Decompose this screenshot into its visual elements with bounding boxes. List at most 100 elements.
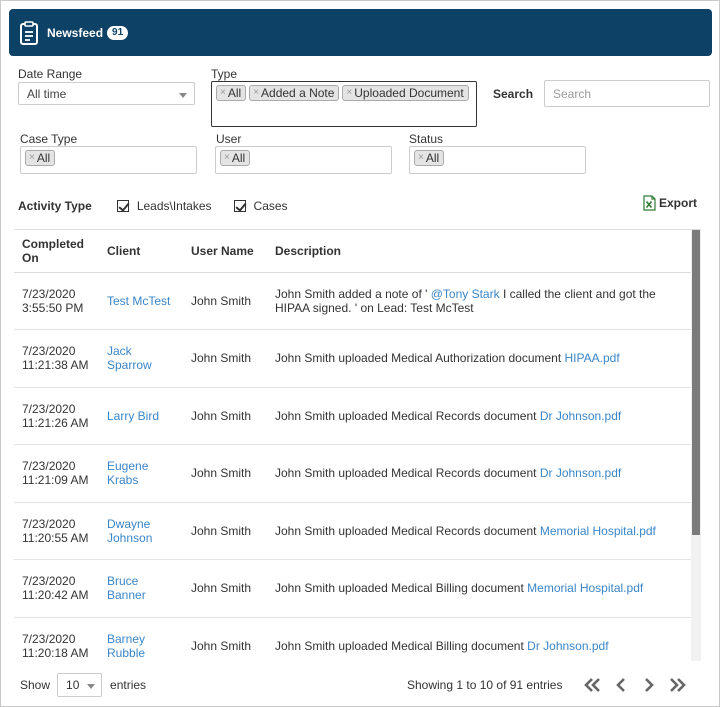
description-cell: John Smith uploaded Medical Records docu… (267, 387, 691, 445)
first-page-icon[interactable] (582, 676, 604, 694)
table-info: Showing 1 to 10 of 91 entries (407, 678, 563, 692)
pagination (582, 676, 688, 694)
checkbox-checked-icon[interactable] (116, 200, 129, 212)
column-header-description[interactable]: Description (267, 230, 691, 273)
user-name-cell: John Smith (183, 272, 267, 330)
remove-icon[interactable]: × (29, 151, 35, 165)
client-cell: Larry Bird (99, 387, 183, 445)
remove-icon[interactable]: × (220, 86, 226, 100)
table-row: 7/23/2020 11:21:38 AM Jack Sparrow John Sm… (14, 329, 691, 388)
previous-page-icon[interactable] (610, 676, 632, 694)
export-button[interactable]: Export (643, 195, 697, 211)
description-text: John Smith uploaded Medical Billing docu… (275, 581, 528, 596)
activity-type-label: Activity Type (18, 199, 92, 213)
client-link[interactable]: Eugene Krabs (107, 459, 148, 487)
client-link[interactable]: Larry Bird (107, 409, 159, 423)
client-link[interactable]: Test McTest (107, 294, 170, 308)
user-name-cell: John Smith (183, 387, 267, 445)
clipboard-icon (20, 20, 38, 45)
user-name-cell: John Smith (183, 329, 267, 388)
table-row: 7/23/2020 11:20:18 AM Barney Rubble John S… (14, 617, 691, 661)
remove-icon[interactable]: × (253, 86, 259, 100)
client-link[interactable]: Barney Rubble (107, 632, 145, 660)
completed-on-cell: 7/23/2020 3:55:50 PM (14, 272, 99, 330)
scrollbar-thumb[interactable] (692, 230, 700, 535)
table-row: 7/23/2020 3:55:50 PM Test McTest John Smit… (14, 272, 691, 330)
type-chip[interactable]: × All (216, 85, 247, 101)
description-cell: John Smith uploaded Medical Billing docu… (267, 617, 691, 661)
user-name-cell: John Smith (183, 559, 267, 618)
completed-on-cell: 7/23/2020 11:21:38 AM (14, 329, 99, 388)
case-type-label: Case Type (20, 132, 78, 146)
status-chip[interactable]: × All (414, 150, 445, 166)
user-chip[interactable]: × All (220, 150, 251, 166)
completed-on-cell: 7/23/2020 11:20:55 AM (14, 502, 99, 560)
type-multiselect[interactable]: × All × Added a Note × Uploaded Document (211, 81, 477, 127)
client-link[interactable]: Jack Sparrow (107, 344, 152, 372)
checkbox-checked-icon[interactable] (233, 200, 246, 212)
client-cell: Bruce Banner (99, 559, 183, 618)
table-scrollbar[interactable] (691, 230, 701, 661)
description-link[interactable]: @Tony Stark (431, 287, 500, 301)
newsfeed-table-container: Completed On Client User Name Descriptio… (14, 229, 701, 661)
client-cell: Jack Sparrow (99, 329, 183, 388)
newsfeed-panel: Newsfeed 91 Date Range All time Type × Al… (0, 0, 720, 707)
client-link[interactable]: Dwayne Johnson (107, 517, 152, 545)
user-name-cell: John Smith (183, 502, 267, 560)
activity-type-row: Activity Type Leads\Intakes Cases (18, 199, 310, 213)
remove-icon[interactable]: × (224, 151, 230, 165)
client-link[interactable]: Bruce Banner (107, 574, 146, 602)
table-header-row: Completed On Client User Name Descriptio… (14, 230, 691, 273)
user-name-cell: John Smith (183, 444, 267, 503)
completed-on-cell: 7/23/2020 11:21:26 AM (14, 387, 99, 445)
excel-icon (643, 195, 656, 211)
table-row: 7/23/2020 11:21:09 AM Eugene Krabs John Sm… (14, 444, 691, 503)
date-range-value: All time (27, 86, 67, 101)
search-label: Search (493, 87, 534, 101)
next-page-icon[interactable] (638, 676, 660, 694)
newsfeed-table: Completed On Client User Name Descriptio… (14, 230, 691, 661)
status-label: Status (409, 132, 444, 146)
description-link[interactable]: Dr Johnson.pdf (540, 409, 621, 423)
description-text: John Smith uploaded Medical Billing docu… (275, 638, 528, 653)
description-cell: John Smith uploaded Medical Records docu… (267, 444, 691, 503)
date-range-label: Date Range (18, 67, 83, 81)
description-text: John Smith added a note of ' (275, 286, 431, 301)
description-text: John Smith uploaded Medical Records docu… (275, 466, 540, 481)
panel-header: Newsfeed 91 (9, 9, 712, 56)
description-link[interactable]: Dr Johnson.pdf (540, 466, 621, 480)
page-length-select[interactable]: 10 (57, 673, 103, 697)
description-link[interactable]: HIPAA.pdf (565, 351, 620, 365)
description-text: John Smith uploaded Medical Authorizatio… (275, 351, 565, 366)
remove-icon[interactable]: × (346, 86, 352, 100)
column-header-client[interactable]: Client (99, 230, 183, 273)
type-chip[interactable]: × Added a Note (249, 85, 340, 101)
chevron-down-icon (87, 684, 96, 689)
last-page-icon[interactable] (666, 676, 688, 694)
column-header-completed-on[interactable]: Completed On (14, 230, 99, 273)
description-link[interactable]: Dr Johnson.pdf (527, 639, 608, 653)
entries-label: entries (110, 678, 147, 692)
cases-checkbox[interactable]: Cases (233, 199, 288, 213)
completed-on-cell: 7/23/2020 11:20:42 AM (14, 559, 99, 618)
description-link[interactable]: Memorial Hospital.pdf (527, 581, 643, 595)
description-cell: John Smith uploaded Medical Records docu… (267, 502, 691, 560)
client-cell: Test McTest (99, 272, 183, 330)
type-label: Type (211, 67, 238, 81)
user-name-cell: John Smith (183, 617, 267, 661)
search-input[interactable] (544, 80, 710, 107)
description-cell: John Smith uploaded Medical Billing docu… (267, 559, 691, 618)
completed-on-cell: 7/23/2020 11:21:09 AM (14, 444, 99, 503)
remove-icon[interactable]: × (418, 151, 424, 165)
description-link[interactable]: Memorial Hospital.pdf (540, 524, 656, 538)
leads-intakes-checkbox[interactable]: Leads\Intakes (116, 199, 212, 213)
user-multiselect[interactable]: × All (215, 146, 392, 174)
table-row: 7/23/2020 11:21:26 AM Larry Bird John Smit… (14, 387, 691, 445)
date-range-select[interactable]: All time (18, 82, 195, 105)
case-type-chip[interactable]: × All (25, 150, 56, 166)
type-chip[interactable]: × Uploaded Document (342, 85, 469, 101)
column-header-user-name[interactable]: User Name (183, 230, 267, 273)
case-type-multiselect[interactable]: × All (20, 146, 197, 174)
status-multiselect[interactable]: × All (409, 146, 586, 174)
client-cell: Barney Rubble (99, 617, 183, 661)
